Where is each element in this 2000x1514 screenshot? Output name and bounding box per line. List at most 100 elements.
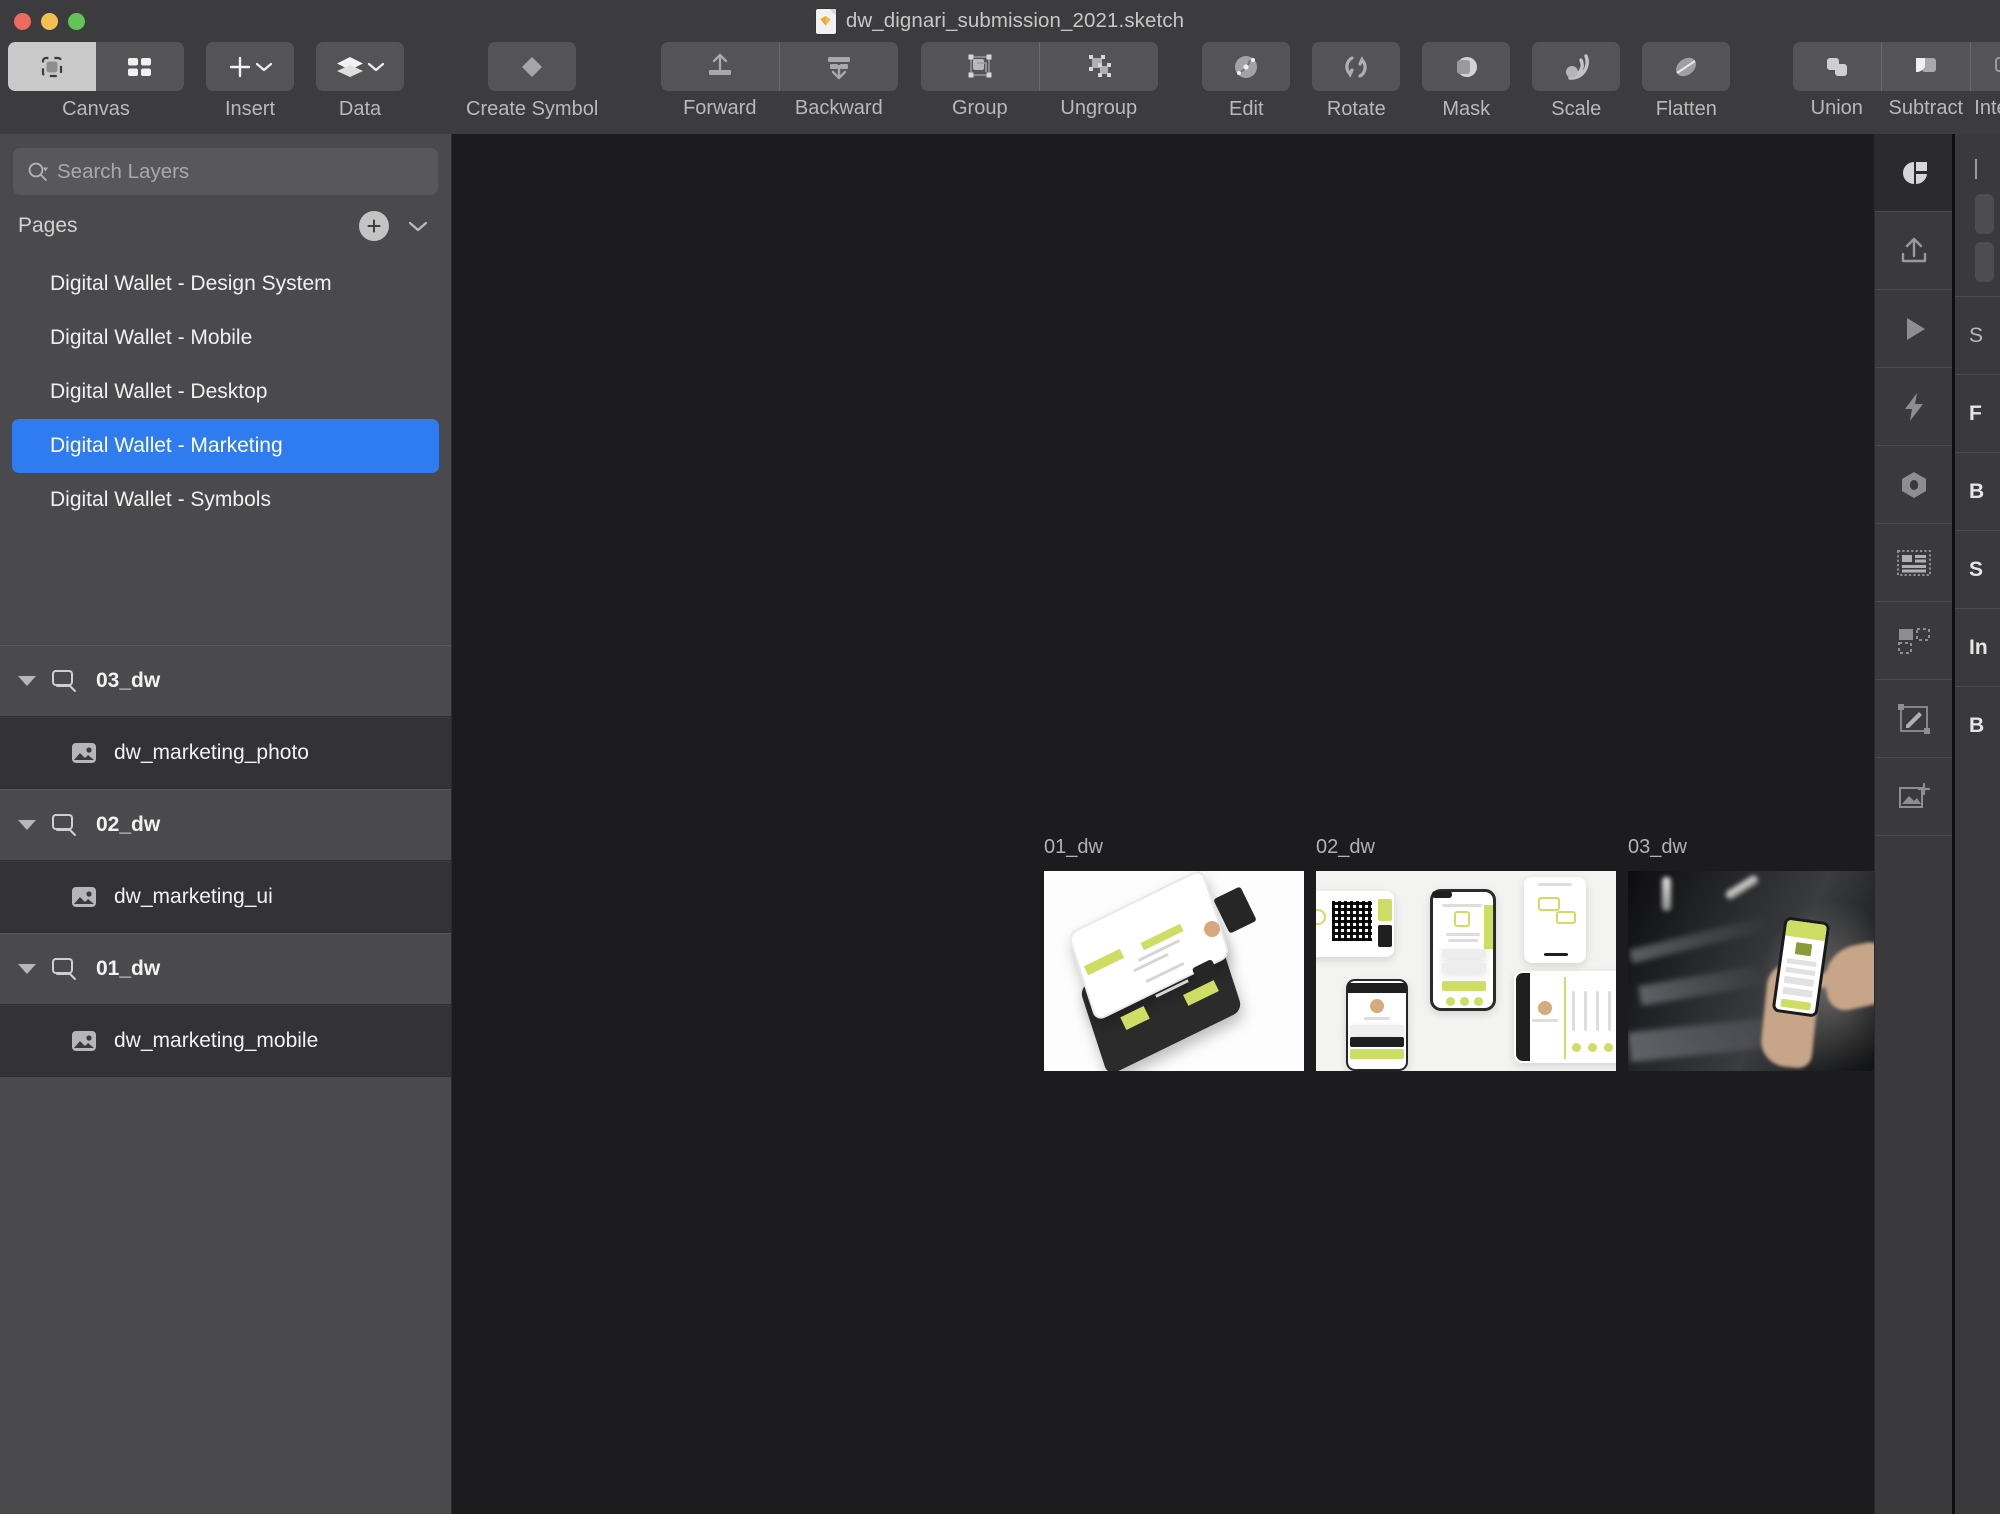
selection-tab[interactable] <box>1875 602 1952 680</box>
search-input[interactable]: Search Layers <box>13 148 438 195</box>
layer-row[interactable]: dw_marketing_ui <box>0 861 451 933</box>
artboard-view-icon <box>41 56 63 77</box>
data-button[interactable] <box>316 42 404 91</box>
wallet-logo <box>1454 911 1470 927</box>
artboard-icon <box>50 956 80 982</box>
artboard-thumbnail[interactable] <box>1628 871 1874 1071</box>
canvas[interactable]: 01_dw 02_dw 03_dw <box>452 134 1874 1514</box>
send-backward-button[interactable] <box>779 42 898 91</box>
text-line <box>1596 991 1599 1031</box>
artboard-thumbnail[interactable] <box>1044 871 1304 1071</box>
grouping-segmented[interactable] <box>920 42 1158 91</box>
ungroup-button[interactable] <box>1039 42 1158 91</box>
disclosure-triangle-icon[interactable] <box>18 676 36 686</box>
canvas-view-segmented[interactable] <box>8 42 184 91</box>
page-item-design-system[interactable]: Digital Wallet - Design System <box>12 257 439 311</box>
layer-name: 01_dw <box>96 957 161 980</box>
group-button[interactable] <box>920 42 1039 91</box>
edit-shape-tab[interactable] <box>1875 680 1952 758</box>
symbols-tab[interactable] <box>1875 446 1952 524</box>
inspector-section-inner-shadows[interactable]: In <box>1955 608 2000 686</box>
bring-forward-button[interactable] <box>660 42 779 91</box>
inspector-section-style[interactable]: S <box>1955 296 2000 374</box>
password-field <box>1442 963 1486 972</box>
export-tab[interactable] <box>1875 212 1952 290</box>
inspector-section-borders[interactable]: B <box>1955 452 2000 530</box>
password-field <box>1782 986 1813 998</box>
page-label: Digital Wallet - Mobile <box>50 326 253 349</box>
insert-button[interactable] <box>206 42 294 91</box>
bring-forward-icon <box>708 53 731 75</box>
layer-row[interactable]: 03_dw <box>0 645 451 717</box>
graduation-phone <box>1524 877 1586 963</box>
layer-name: dw_marketing_mobile <box>114 1029 319 1052</box>
maximize-button[interactable] <box>68 12 85 30</box>
prototype-tab[interactable] <box>1875 290 1952 368</box>
action-dot <box>1446 997 1455 1006</box>
edit-vector-icon <box>1235 55 1258 78</box>
create-symbol-button[interactable] <box>488 42 577 91</box>
page-item-mobile[interactable]: Digital Wallet - Mobile <box>12 311 439 365</box>
union-button[interactable] <box>1792 42 1881 91</box>
layer-row[interactable]: dw_marketing_photo <box>0 717 451 789</box>
layer-name: 03_dw <box>96 669 161 692</box>
page-item-marketing[interactable]: Digital Wallet - Marketing <box>12 419 439 473</box>
subtract-button[interactable] <box>1881 42 1970 91</box>
disclosure-triangle-icon[interactable] <box>18 820 36 830</box>
list-item <box>1350 1049 1404 1059</box>
artboard-01dw[interactable]: 01_dw <box>1044 836 1304 1071</box>
layer-row[interactable]: 01_dw <box>0 933 451 1005</box>
inspector-section-fills[interactable]: F <box>1955 374 2000 452</box>
arrange-segmented[interactable] <box>660 42 898 91</box>
artboard-03dw[interactable]: 03_dw <box>1628 836 1874 1071</box>
add-image-tab[interactable] <box>1875 758 1952 836</box>
text-line <box>1364 1017 1390 1020</box>
rotate-button[interactable] <box>1312 42 1401 91</box>
layer-row[interactable]: dw_marketing_mobile <box>0 1005 451 1077</box>
disclosure-triangle-icon[interactable] <box>18 964 36 974</box>
text-line <box>1538 883 1572 886</box>
toolbar-group-canvas: Canvas <box>8 42 184 121</box>
minimize-button[interactable] <box>41 12 58 30</box>
smart-animate-tab[interactable] <box>1875 368 1952 446</box>
text-layout-tab[interactable] <box>1875 524 1952 602</box>
flatten-button[interactable] <box>1642 42 1731 91</box>
artboard-icon <box>50 812 80 838</box>
add-page-button[interactable] <box>359 211 389 241</box>
toolbar-label-rotate: Rotate <box>1326 98 1386 120</box>
add-image-icon <box>1898 782 1930 808</box>
boolean-segmented[interactable] <box>1792 42 2000 91</box>
inspector-tab[interactable] <box>1875 134 1952 212</box>
close-button[interactable] <box>14 12 31 30</box>
layer-name: 02_dw <box>96 813 161 836</box>
artboard-icon <box>50 668 80 694</box>
edit-button[interactable] <box>1202 42 1291 91</box>
grid-view-button[interactable] <box>96 42 184 91</box>
toolbar-label-intersect: Inte <box>1974 97 2000 119</box>
inspector-section-shadows[interactable]: S <box>1955 530 2000 608</box>
position-field[interactable] <box>1975 194 1994 234</box>
artboard-label[interactable]: 02_dw <box>1316 836 1616 859</box>
scale-button[interactable] <box>1532 42 1621 91</box>
page-item-desktop[interactable]: Digital Wallet - Desktop <box>12 365 439 419</box>
inspector-section-blur[interactable]: B <box>1955 686 2000 764</box>
pages-menu-button[interactable] <box>407 219 429 233</box>
toolbar-group-grouping: Group Ungroup <box>920 42 1158 120</box>
pages-header: Pages <box>0 195 451 257</box>
artboard-thumbnail[interactable] <box>1316 871 1616 1071</box>
ungroup-icon <box>1088 54 1111 77</box>
action-dot <box>1460 997 1469 1006</box>
page-item-symbols[interactable]: Digital Wallet - Symbols <box>12 473 439 527</box>
list-item <box>1350 1025 1404 1035</box>
artboard-02dw[interactable]: 02_dw <box>1316 836 1616 1071</box>
artboard-label[interactable]: 03_dw <box>1628 836 1874 859</box>
size-field[interactable] <box>1975 242 1994 282</box>
artboard-view-button[interactable] <box>8 42 96 91</box>
document-title-group: dw_dignari_submission_2021.sketch <box>0 0 2000 42</box>
mask-button[interactable] <box>1422 42 1511 91</box>
layer-name-field[interactable] <box>1961 152 1994 186</box>
intersect-button[interactable] <box>1970 42 2000 91</box>
artboard-label[interactable]: 01_dw <box>1044 836 1304 859</box>
grid-view-icon <box>128 57 151 76</box>
layer-row[interactable]: 02_dw <box>0 789 451 861</box>
